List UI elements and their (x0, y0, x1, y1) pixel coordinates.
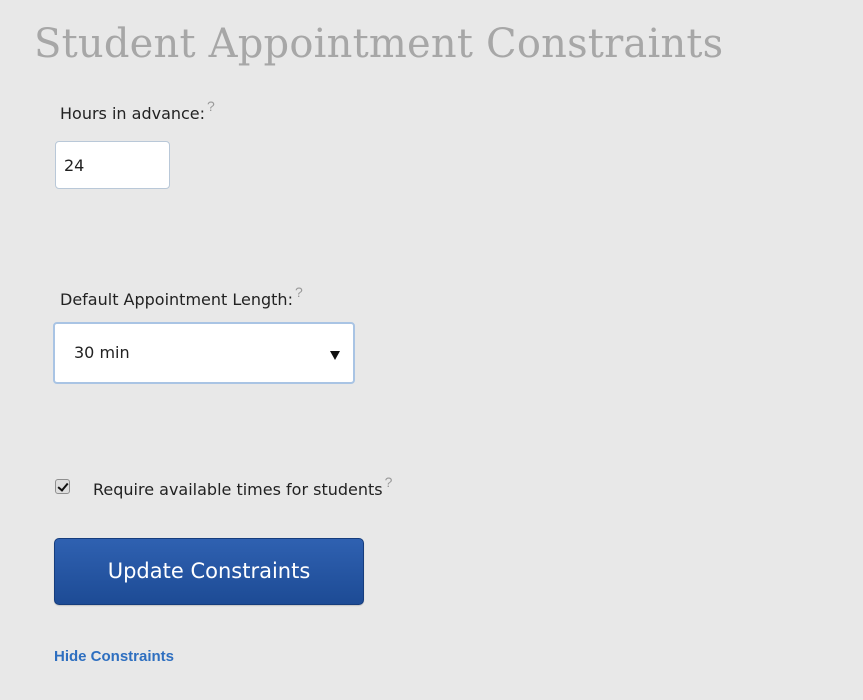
hours-in-advance-help-icon[interactable]: ? (207, 98, 215, 114)
hours-in-advance-label-text: Hours in advance: (60, 104, 206, 123)
require-available-times-help-icon[interactable]: ? (385, 474, 393, 490)
hours-in-advance-label: Hours in advance:? (60, 98, 215, 123)
appointment-length-label-text: Default Appointment Length: (60, 290, 293, 309)
require-available-times-label: Require available times for students? (93, 474, 392, 499)
require-available-times-checkbox[interactable] (55, 479, 70, 494)
appointment-length-help-icon[interactable]: ? (295, 284, 303, 300)
hours-in-advance-input[interactable] (55, 141, 170, 189)
appointment-length-selected-value: 30 min (74, 343, 130, 362)
hide-constraints-link[interactable]: Hide Constraints (54, 648, 174, 665)
chevron-down-icon (330, 351, 340, 360)
appointment-length-select[interactable]: 30 min (53, 322, 355, 384)
update-constraints-button[interactable]: Update Constraints (54, 538, 364, 605)
constraints-panel: Student Appointment Constraints Hours in… (0, 0, 863, 700)
require-available-times-label-text: Require available times for students (93, 480, 383, 499)
page-title: Student Appointment Constraints (34, 21, 724, 67)
appointment-length-label: Default Appointment Length:? (60, 284, 303, 309)
